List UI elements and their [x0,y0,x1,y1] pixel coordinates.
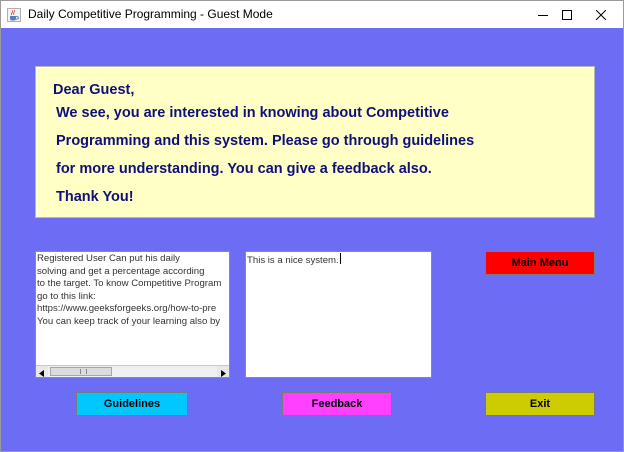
message-line-3: for more understanding. You can give a f… [56,161,432,177]
feedback-text-area[interactable]: This is a nice system. [245,251,432,378]
message-panel: Dear Guest, We see, you are interested i… [35,66,595,218]
feedback-text: This is a nice system. [247,255,339,266]
java-coffee-icon [7,7,21,22]
greeting-text: Dear Guest, [53,82,135,98]
maximize-icon [562,5,572,24]
arrow-left-icon [39,362,45,377]
grip-icon [80,369,87,374]
close-button[interactable] [578,1,624,28]
guidelines-button[interactable]: Guidelines [76,392,188,416]
arrow-right-icon [220,362,226,377]
scroll-thumb[interactable] [50,367,112,376]
app-window: Daily Competitive Programming - Guest Mo… [0,0,624,452]
message-line-4: Thank You! [56,189,134,205]
close-icon [595,5,607,24]
guidelines-text: Registered User Can put his daily solvin… [37,253,222,327]
content-pane: Dear Guest, We see, you are interested i… [1,28,623,451]
guidelines-text-area[interactable]: Registered User Can put his daily solvin… [35,251,230,378]
feedback-text-line: This is a nice system. [247,253,341,268]
message-line-2: Programming and this system. Please go t… [56,133,475,149]
window-title: Daily Competitive Programming - Guest Mo… [28,7,273,21]
horizontal-scrollbar[interactable] [36,365,229,377]
title-bar: Daily Competitive Programming - Guest Mo… [1,1,623,28]
exit-button[interactable]: Exit [485,392,595,416]
scroll-left-button[interactable] [36,366,48,377]
main-menu-button[interactable]: Main Menu [485,251,595,275]
scroll-right-button[interactable] [217,366,229,377]
message-line-1: We see, you are interested in knowing ab… [56,105,449,121]
feedback-button[interactable]: Feedback [282,392,392,416]
text-caret [339,253,341,264]
